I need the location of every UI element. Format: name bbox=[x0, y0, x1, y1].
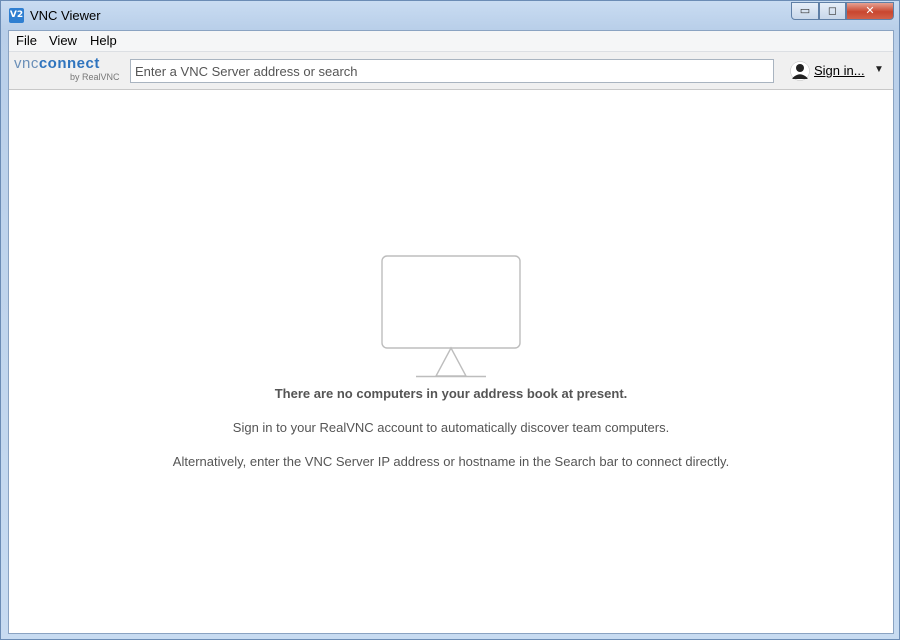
minimize-button[interactable]: ▭ bbox=[791, 2, 819, 20]
vnc-app-icon: V2 bbox=[9, 8, 24, 23]
close-button[interactable]: ✕ bbox=[846, 2, 894, 20]
maximize-button[interactable]: ◻ bbox=[819, 2, 846, 20]
menu-file[interactable]: File bbox=[16, 33, 37, 48]
empty-heading: There are no computers in your address b… bbox=[274, 386, 628, 401]
toolbar: vncconnect by RealVNC Sign in... ▼ bbox=[9, 52, 893, 90]
logo-vnc-text: vnc bbox=[14, 55, 39, 72]
menu-help[interactable]: Help bbox=[90, 33, 117, 48]
logo-connect-text: connect bbox=[38, 55, 100, 72]
address-book-empty-state: There are no computers in your address b… bbox=[9, 90, 893, 633]
vnc-connect-logo: vncconnect bbox=[14, 55, 100, 72]
empty-search-hint: Alternatively, enter the VNC Server IP a… bbox=[172, 454, 730, 469]
menu-view[interactable]: View bbox=[49, 33, 77, 48]
menu-bar: File View Help bbox=[9, 31, 893, 52]
user-icon bbox=[790, 61, 810, 81]
search-input[interactable] bbox=[130, 59, 774, 83]
app-window: V2 VNC Viewer ▭ ◻ ✕ File View Help vncco… bbox=[0, 0, 900, 640]
title-bar[interactable]: V2 VNC Viewer ▭ ◻ ✕ bbox=[1, 1, 899, 29]
logo-byline: by RealVNC bbox=[70, 72, 120, 82]
empty-signin-hint: Sign in to your RealVNC account to autom… bbox=[232, 420, 670, 435]
sign-in-label: Sign in... bbox=[814, 63, 865, 78]
monitor-icon bbox=[381, 255, 521, 378]
client-area: File View Help vncconnect by RealVNC Sig… bbox=[8, 30, 894, 634]
sign-in-button[interactable]: Sign in... ▼ bbox=[790, 60, 890, 82]
window-title: VNC Viewer bbox=[30, 8, 101, 23]
chevron-down-icon[interactable]: ▼ bbox=[874, 64, 884, 75]
